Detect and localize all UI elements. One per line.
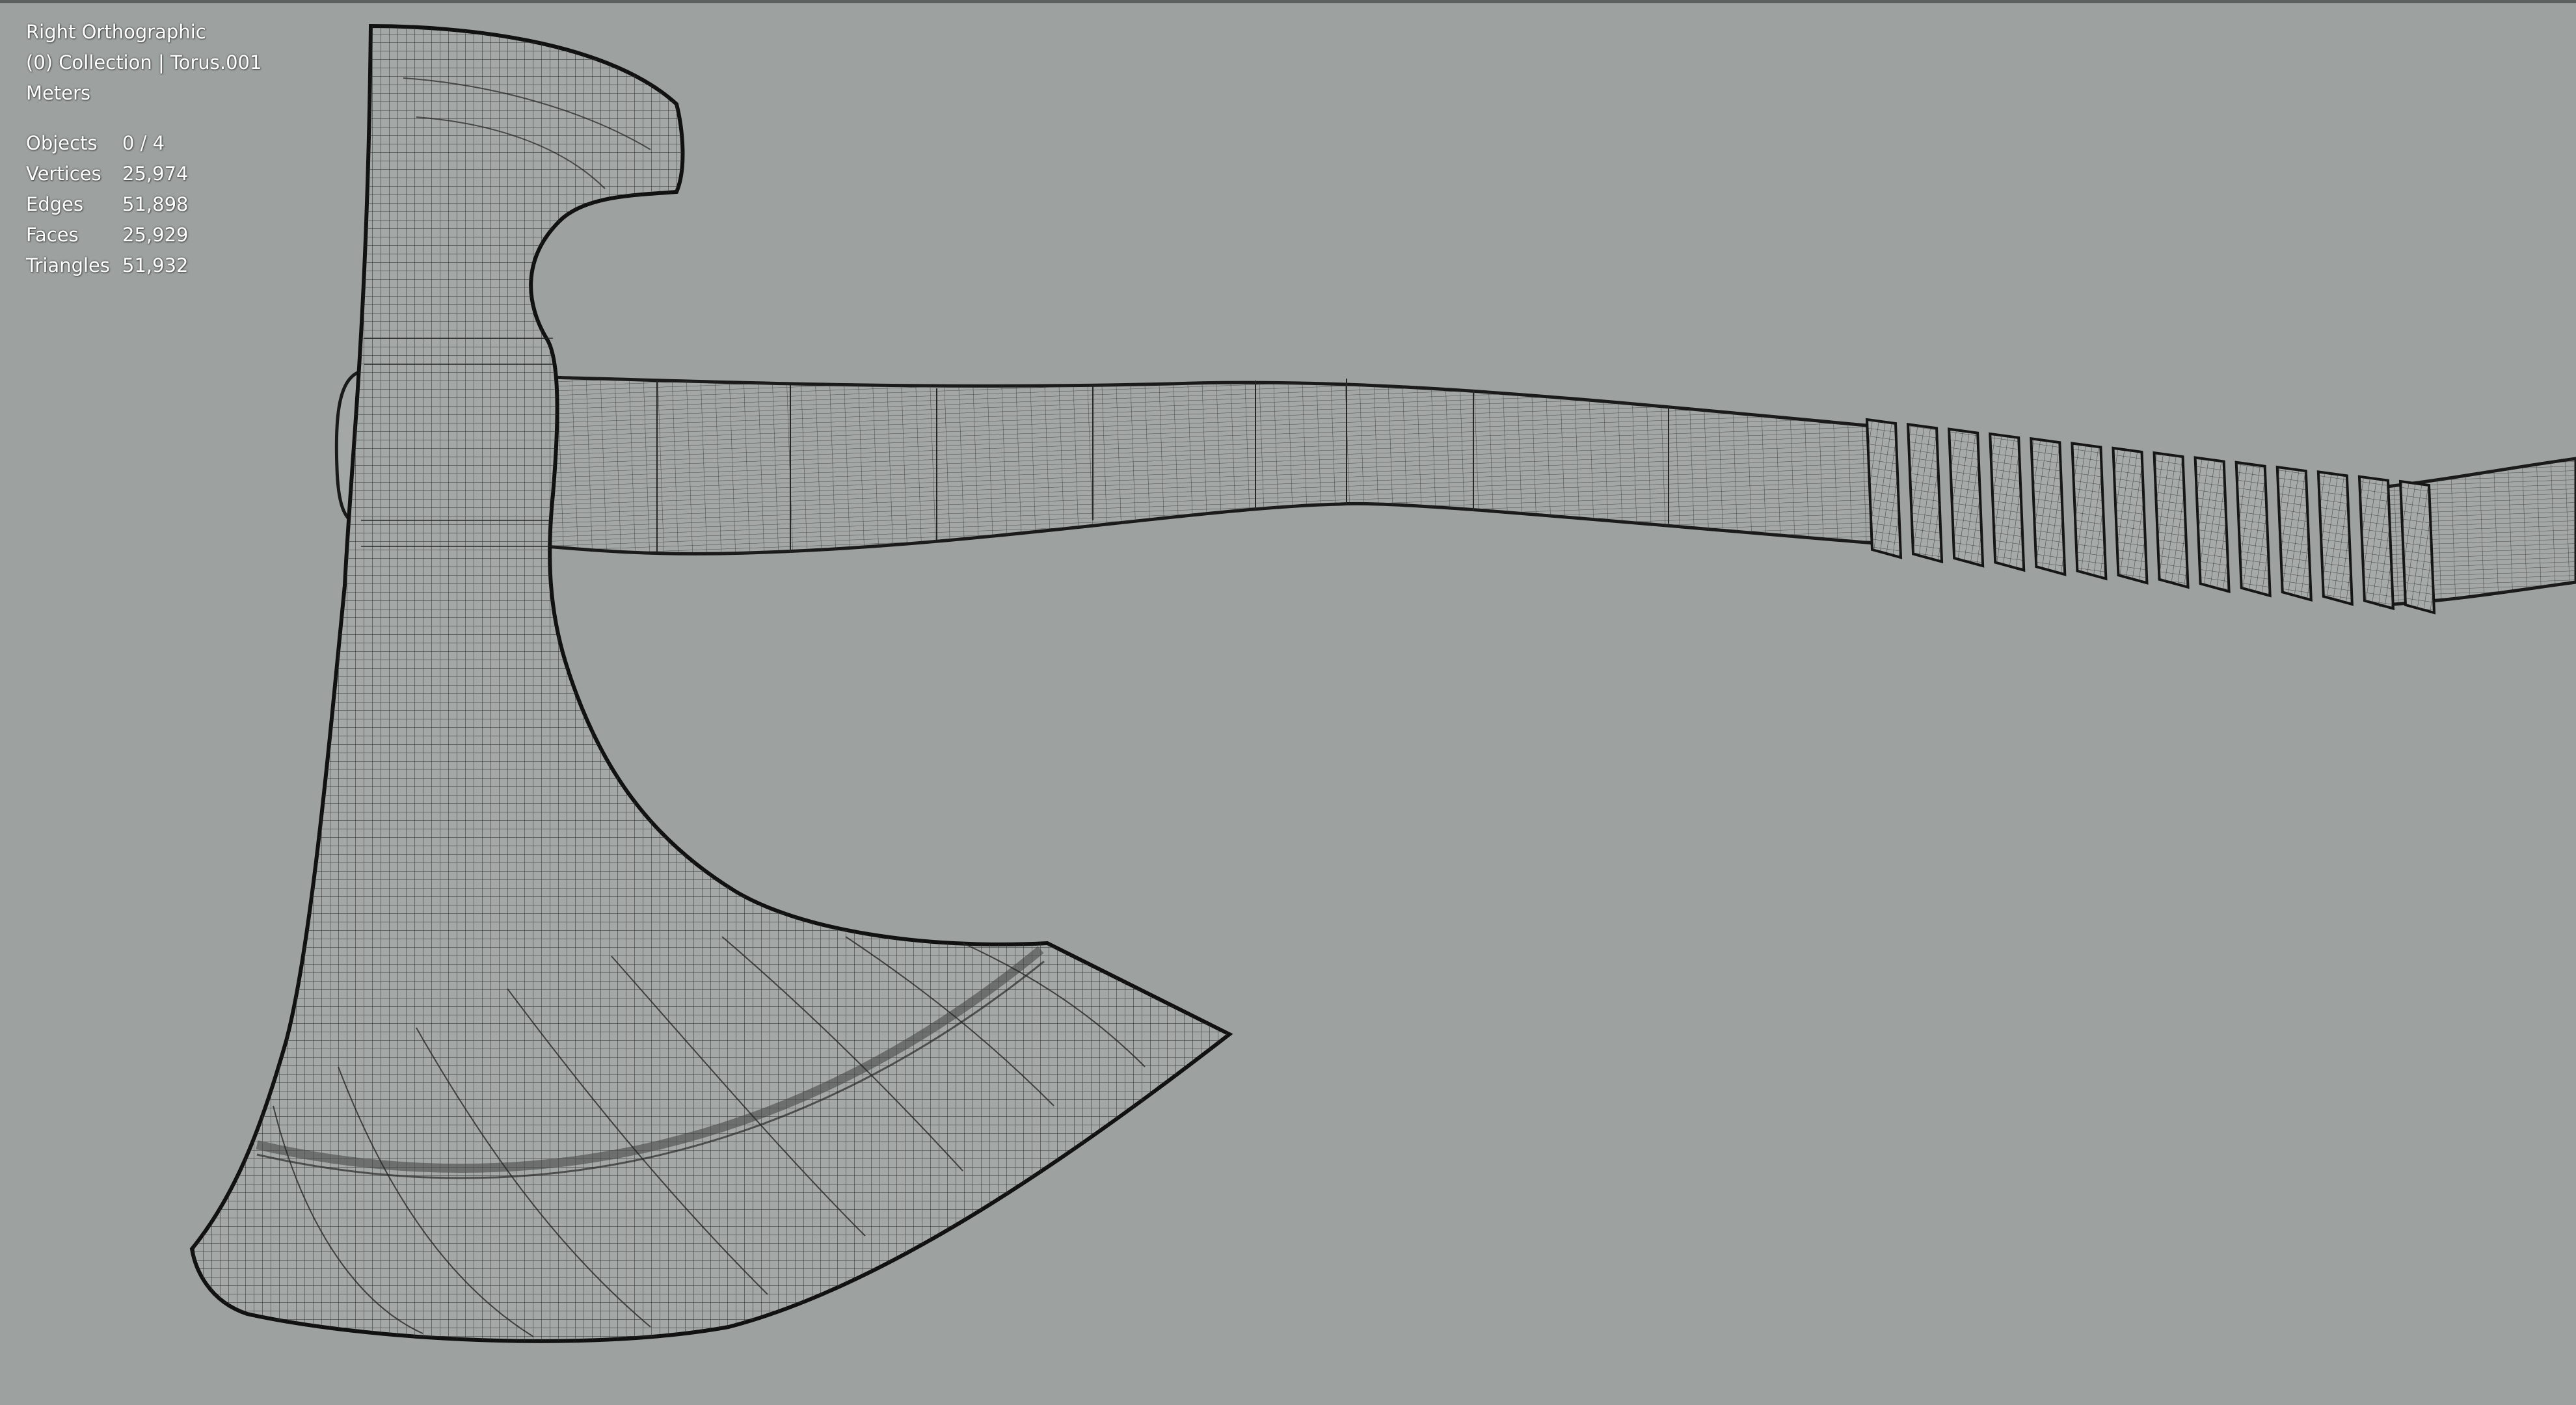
wrap-band-mesh	[1990, 433, 2024, 570]
stat-value: 51,932	[122, 254, 189, 276]
stat-value: 25,929	[122, 224, 189, 246]
active-collection-object: (0) Collection | Torus.001	[26, 51, 262, 74]
stat-label: Vertices	[26, 163, 101, 185]
wrap-band-mesh	[2072, 443, 2106, 579]
stat-value: 25,974	[122, 163, 189, 185]
wrap-band-mesh	[2154, 453, 2188, 587]
stat-vertices: Vertices 25,974	[26, 159, 262, 189]
wrap-band-mesh	[2113, 448, 2147, 583]
axe-head[interactable]	[189, 23, 1233, 1343]
stat-objects: Objects 0 / 4	[26, 128, 262, 159]
unit-system: Meters	[26, 82, 91, 104]
stat-value: 0 / 4	[122, 132, 165, 154]
wrap-band-mesh	[1949, 429, 1983, 567]
stat-label: Faces	[26, 224, 79, 246]
wrap-band-mesh	[2318, 472, 2352, 604]
scene-statistics: Objects 0 / 4 Vertices 25,974 Edges 51,8…	[26, 128, 262, 281]
stat-faces: Faces 25,929	[26, 220, 262, 250]
viewport-info-overlay: Right Orthographic (0) Collection | Toru…	[26, 17, 262, 281]
wrap-band-mesh	[2400, 481, 2434, 613]
wrap-band-mesh	[1908, 424, 1942, 562]
wireframe-scene[interactable]	[0, 0, 2576, 1405]
stat-value: 51,898	[122, 193, 189, 215]
handle-wrap[interactable]	[1865, 418, 2436, 615]
wrap-band-mesh	[2195, 457, 2229, 592]
3d-viewport[interactable]: Right Orthographic (0) Collection | Toru…	[0, 0, 2576, 1405]
stat-label: Objects	[26, 132, 98, 154]
stat-edges: Edges 51,898	[26, 189, 262, 220]
wrap-band-mesh	[2236, 462, 2270, 596]
wrap-band-mesh	[2031, 438, 2065, 575]
view-name: Right Orthographic	[26, 21, 206, 43]
stat-label: Triangles	[26, 254, 110, 276]
wrap-band-mesh	[1867, 420, 1901, 557]
wrap-band-mesh	[2277, 467, 2311, 600]
axe-handle[interactable]	[544, 375, 1875, 555]
stat-triangles: Triangles 51,932	[26, 250, 262, 281]
wrap-band-mesh	[2359, 476, 2393, 609]
stat-label: Edges	[26, 193, 84, 215]
